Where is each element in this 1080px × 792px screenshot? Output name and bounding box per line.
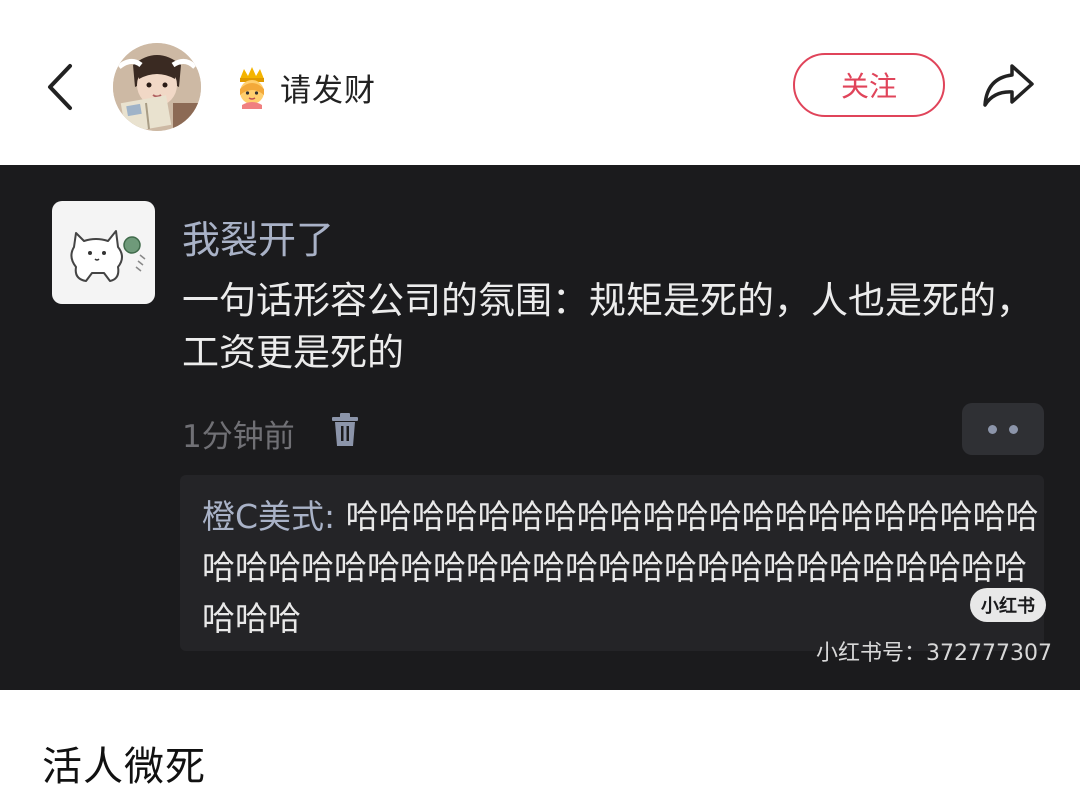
reply-box: 橙C美式: 哈哈哈哈哈哈哈哈哈哈哈哈哈哈哈哈哈哈哈哈哈哈哈哈哈哈哈哈哈哈哈哈哈哈… — [180, 475, 1044, 651]
comment-text: 一句话形容公司的氛围：规矩是死的，人也是死的，工资更是死的 — [182, 279, 1033, 374]
crown-emoji-icon — [240, 67, 264, 109]
xiaohongshu-id: 小红书号：372777307 — [816, 641, 1052, 666]
profile-header: 请发财 关注 — [0, 0, 1080, 165]
dot — [1009, 424, 1018, 434]
reply-text-block: 橙C美式: 哈哈哈哈哈哈哈哈哈哈哈哈哈哈哈哈哈哈哈哈哈哈哈哈哈哈哈哈哈哈哈哈哈哈… — [202, 491, 1047, 644]
comment-author[interactable]: 我裂开了 — [182, 209, 334, 264]
username-row[interactable]: 请发财 — [232, 62, 376, 112]
back-arrow-icon[interactable] — [40, 60, 80, 114]
avatar[interactable] — [113, 43, 201, 131]
comment-screenshot: 我裂开了 一句话形容公司的氛围：规矩是死的，人也是死的，工资更是死的 1分钟前 … — [0, 165, 1080, 690]
reply-author[interactable]: 橙C美式: — [202, 497, 335, 536]
dot — [988, 424, 997, 434]
cat-sticker-icon — [52, 201, 155, 304]
xiaohongshu-watermark-badge: 小红书 — [970, 588, 1046, 622]
username: 请发财 — [280, 72, 376, 109]
follow-button[interactable]: 关注 — [793, 53, 945, 117]
comment-time: 1分钟前 — [182, 419, 295, 455]
share-icon[interactable] — [980, 60, 1036, 110]
trash-icon[interactable] — [330, 412, 360, 448]
post-caption: 活人微死 — [42, 744, 206, 790]
more-dots-icon[interactable] — [962, 403, 1044, 455]
